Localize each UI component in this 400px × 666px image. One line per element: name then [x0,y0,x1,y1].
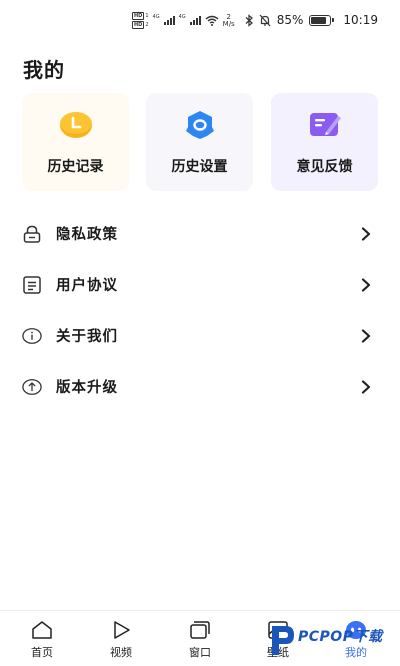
card-label: 历史设置 [171,159,228,175]
gear-icon [183,110,217,140]
wallpaper-icon [266,619,290,641]
chevron-right-icon [361,328,371,343]
status-bar: HD 1 HD 2 4G 4G 2 M/s 85% 10:19 [0,0,400,40]
feedback-icon [308,110,342,140]
card-feedback[interactable]: 意见反馈 [271,93,378,191]
play-icon [109,619,133,641]
nav-tab-video[interactable]: 视频 [91,619,151,660]
wifi-icon [205,15,219,26]
chevron-right-icon [361,226,371,241]
nav-tab-window[interactable]: 窗口 [170,619,230,660]
nav-label: 我的 [345,646,367,659]
hd-badge-1: HD [132,12,145,20]
menu-item-label: 隐私政策 [56,227,118,243]
battery-percent: 85% [276,13,304,27]
nav-tab-mine[interactable]: 我的 [326,619,386,660]
document-icon [22,275,42,295]
quick-action-cards: 历史记录 历史设置 意见反馈 [22,93,378,191]
profile-icon [344,619,368,641]
bottom-navigation: 首页 视频 窗口 壁纸 我的 [0,610,400,666]
network-type-2: 4G [178,13,186,20]
page-title: 我的 [23,58,65,82]
nav-label: 壁纸 [267,646,289,659]
upgrade-icon [22,377,42,397]
chevron-right-icon [361,277,371,292]
menu-item-label: 关于我们 [56,329,118,345]
card-history-record[interactable]: 历史记录 [22,93,129,191]
lock-icon [22,224,42,244]
nav-tab-home[interactable]: 首页 [12,619,72,660]
status-bar-right: 85% 10:19 [245,13,378,27]
menu-item-user-agreement[interactable]: 用户协议 [0,259,400,310]
menu-item-version-upgrade[interactable]: 版本升级 [0,361,400,412]
status-bar-indicators: HD 1 HD 2 4G 4G 2 M/s [132,12,235,29]
card-history-settings[interactable]: 历史设置 [146,93,253,191]
nav-label: 窗口 [189,646,211,659]
card-label: 意见反馈 [296,159,353,175]
signal-icon-2 [189,16,201,25]
nav-tab-wallpaper[interactable]: 壁纸 [248,619,308,660]
menu-item-label: 用户协议 [56,278,118,294]
nav-label: 首页 [31,646,53,659]
card-label: 历史记录 [47,159,104,175]
signal-icon-1 [163,16,175,25]
menu-item-label: 版本升级 [56,380,118,396]
clock-time: 10:19 [343,13,378,27]
home-icon [30,619,54,641]
window-icon [188,619,212,641]
bluetooth-icon [245,13,253,27]
menu-item-about-us[interactable]: 关于我们 [0,310,400,361]
network-speed: 2 M/s [222,12,235,28]
nav-label: 视频 [110,646,132,659]
hd-badge-2: HD [132,21,145,29]
menu-item-privacy-policy[interactable]: 隐私政策 [0,208,400,259]
mute-bell-icon [259,14,271,26]
clock-icon [59,110,93,140]
network-type-1: 4G [152,13,160,20]
chevron-right-icon [361,379,371,394]
battery-icon [309,14,335,26]
info-icon [22,326,42,346]
settings-menu: 隐私政策 用户协议 关于我们 版本升级 [0,208,400,412]
